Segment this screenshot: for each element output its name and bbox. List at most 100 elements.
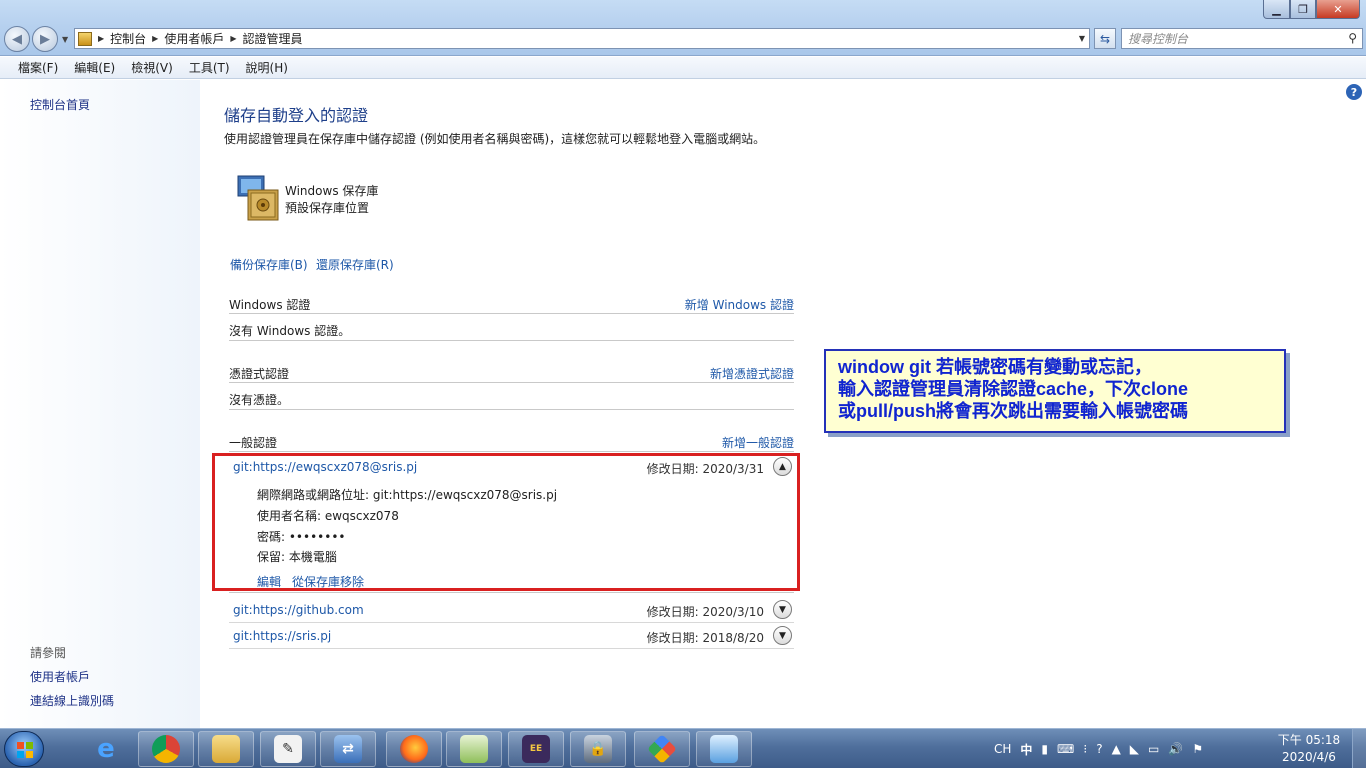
taskbar: e ✎ ⇄ EE 🔒 CH 中 ▮ ⌨ ⁝ ? ▲ ◣ ▭ 🔊 ⚑ 下午 05:… (0, 728, 1366, 768)
generic-credentials-header: 一般認證 新增一般認證 (229, 430, 794, 452)
user-accounts-link[interactable]: 使用者帳戶 (30, 668, 90, 685)
page-title: 儲存自動登入的認證 (224, 106, 369, 125)
network-tray-icon[interactable]: ◣ (1130, 742, 1139, 756)
power-tray-icon[interactable]: ▭ (1148, 742, 1159, 756)
credential-modified-date: 修改日期: 2020/3/10 (646, 605, 764, 619)
certificate-credentials-header: 憑證式認證 新增憑證式認證 (229, 361, 794, 383)
credential-row[interactable]: git:https://sris.pj 修改日期: 2018/8/20 ▼ (229, 623, 794, 649)
section-title: 一般認證 (229, 436, 278, 450)
control-panel-icon (78, 31, 92, 46)
git-icon (647, 734, 677, 764)
start-button[interactable] (4, 731, 44, 767)
section-title: Windows 認證 (229, 298, 311, 312)
ime-keyboard-icon[interactable]: ⌨ (1057, 742, 1074, 756)
show-hidden-icons[interactable]: ▲ (1112, 742, 1121, 756)
breadcrumb-arrow-icon[interactable]: ▶ (152, 34, 158, 43)
network-computer-icon: ⇄ (334, 735, 362, 763)
section-title: 憑證式認證 (229, 367, 290, 381)
java-ee-ide-icon: EE (522, 735, 550, 763)
link-online-ids-link[interactable]: 連結線上識別碼 (30, 692, 114, 709)
divider (229, 340, 794, 341)
taskbar-firefox[interactable] (386, 731, 442, 767)
backup-vault-link[interactable]: 備份保存庫(B) (230, 256, 308, 273)
internet-explorer-icon: e (97, 734, 115, 764)
close-button[interactable]: ✕ (1316, 0, 1360, 19)
back-button[interactable]: ◀ (4, 26, 30, 52)
breadcrumb-arrow-icon[interactable]: ▶ (98, 34, 104, 43)
taskbar-ie[interactable]: e (78, 731, 134, 767)
add-certificate-credential-link[interactable]: 新增憑證式認證 (710, 365, 794, 382)
see-also-heading: 請參閱 (30, 646, 67, 660)
minimize-button[interactable]: ▁ (1263, 0, 1290, 19)
search-input[interactable]: 搜尋控制台 ⚲ (1121, 28, 1363, 49)
address-dropdown-icon[interactable]: ▼ (1079, 34, 1085, 43)
expand-chevron-icon[interactable]: ▼ (773, 626, 792, 645)
forward-arrow-icon: ▶ (40, 31, 50, 47)
restore-vault-link[interactable]: 還原保存庫(R) (316, 256, 394, 273)
highlight-annotation-box (212, 453, 800, 591)
divider (229, 409, 794, 410)
taskbar-database[interactable] (446, 731, 502, 767)
taskbar-explorer[interactable] (198, 731, 254, 767)
breadcrumb-control-panel[interactable]: 控制台 (110, 30, 146, 47)
firefox-icon (400, 735, 428, 763)
windows-credentials-empty: 沒有 Windows 認證。 (229, 324, 351, 338)
annotation-line: 或pull/push將會再次跳出需要輸入帳號密碼 (838, 401, 1188, 421)
help-icon[interactable]: ? (1346, 84, 1362, 100)
add-windows-credential-link[interactable]: 新增 Windows 認證 (685, 296, 794, 313)
ime-mode-icon[interactable]: ▮ (1041, 742, 1048, 756)
annotation-callout: window git 若帳號密碼有變動或忘記， 輸入認證管理員清除認證cache… (824, 349, 1286, 433)
menu-edit[interactable]: 編輯(E) (74, 59, 115, 76)
taskbar-git[interactable] (634, 731, 690, 767)
help-tray-icon[interactable]: ? (1096, 742, 1102, 756)
refresh-button[interactable]: ⇆ (1094, 28, 1116, 49)
window-controls: ▁ ❐ ✕ (1263, 0, 1360, 19)
recent-pages-dropdown-icon[interactable]: ▼ (62, 35, 68, 44)
menu-view[interactable]: 檢視(V) (131, 59, 173, 76)
taskbar-remote[interactable]: ⇄ (320, 731, 376, 767)
vault-icon (237, 175, 279, 221)
address-bar[interactable]: ▶ 控制台 ▶ 使用者帳戶 ▶ 認證管理員 ▼ (74, 28, 1090, 49)
taskbar-control-panel[interactable] (696, 731, 752, 767)
lock-icon: 🔒 (584, 735, 612, 763)
chrome-icon (152, 735, 180, 763)
system-tray: CH 中 ▮ ⌨ ⁝ ? ▲ ◣ ▭ 🔊 ⚑ (994, 729, 1212, 768)
taskbar-security[interactable]: 🔒 (570, 731, 626, 767)
search-placeholder: 搜尋控制台 (1128, 32, 1189, 46)
search-icon[interactable]: ⚲ (1348, 31, 1357, 45)
maximize-button[interactable]: ❐ (1290, 0, 1316, 19)
volume-tray-icon[interactable]: 🔊 (1168, 742, 1183, 756)
taskbar-java-ide[interactable]: EE (508, 731, 564, 767)
control-panel-icon (710, 735, 738, 763)
windows-credentials-header: Windows 認證 新增 Windows 認證 (229, 292, 794, 314)
credential-row[interactable]: git:https://github.com 修改日期: 2020/3/10 ▼ (229, 597, 794, 623)
clock-date: 2020/4/6 (1282, 750, 1336, 764)
ime-settings-icon[interactable]: ⁝ (1083, 742, 1087, 756)
action-center-icon[interactable]: ⚑ (1192, 742, 1203, 756)
main-content: ? 儲存自動登入的認證 使用認證管理員在保存庫中儲存認證 (例如使用者名稱與密碼… (200, 80, 1366, 728)
expand-chevron-icon[interactable]: ▼ (773, 600, 792, 619)
windows-logo-icon (17, 742, 33, 758)
menu-file[interactable]: 檔案(F) (18, 59, 58, 76)
show-desktop-button[interactable] (1352, 729, 1366, 768)
breadcrumb-arrow-icon[interactable]: ▶ (230, 34, 236, 43)
taskbar-editor[interactable]: ✎ (260, 731, 316, 767)
credential-name[interactable]: git:https://github.com (233, 603, 364, 617)
breadcrumb-user-accounts[interactable]: 使用者帳戶 (164, 30, 224, 47)
forward-button[interactable]: ▶ (32, 26, 58, 52)
menu-tools[interactable]: 工具(T) (189, 59, 230, 76)
ime-indicator[interactable]: 中 (1020, 741, 1032, 758)
menu-help[interactable]: 說明(H) (246, 59, 288, 76)
control-panel-home-link[interactable]: 控制台首頁 (30, 96, 90, 113)
refresh-icon: ⇆ (1099, 31, 1111, 46)
vault-name: Windows 保存庫 (285, 184, 379, 198)
title-bar: ▁ ❐ ✕ ◀ ▶ ▼ ▶ 控制台 ▶ 使用者帳戶 ▶ 認證管理員 ▼ ⇆ 搜尋… (0, 0, 1366, 56)
language-indicator[interactable]: CH (994, 742, 1011, 756)
annotation-line: window git 若帳號密碼有變動或忘記， (838, 357, 1152, 377)
breadcrumb-credential-manager[interactable]: 認證管理員 (243, 30, 303, 47)
left-nav-pane: 控制台首頁 請參閱 使用者帳戶 連結線上識別碼 (0, 80, 200, 728)
taskbar-chrome[interactable] (138, 731, 194, 767)
add-generic-credential-link[interactable]: 新增一般認證 (722, 434, 794, 451)
credential-name[interactable]: git:https://sris.pj (233, 629, 331, 643)
clock[interactable]: 下午 05:18 2020/4/6 (1274, 732, 1344, 766)
